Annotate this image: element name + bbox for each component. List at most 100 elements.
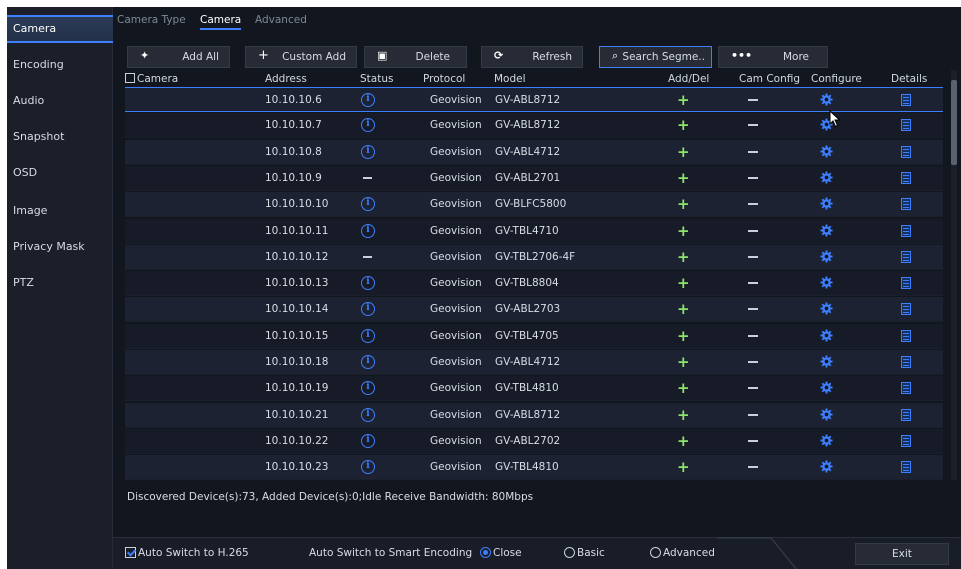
configure-gear-icon[interactable] xyxy=(820,197,833,210)
configure-gear-icon[interactable] xyxy=(820,145,833,158)
details-doc-icon[interactable] xyxy=(901,198,911,211)
configure-gear-icon[interactable] xyxy=(820,434,833,447)
radio-close[interactable]: Close xyxy=(480,547,522,559)
add-camera-icon[interactable]: + xyxy=(677,324,690,348)
info-icon[interactable]: i xyxy=(361,197,375,212)
configure-gear-icon[interactable] xyxy=(820,302,833,315)
details-doc-icon[interactable] xyxy=(901,250,911,263)
table-row[interactable]: 10.10.10.6 i Geovision GV-ABL8712 + xyxy=(125,87,943,112)
refresh-button[interactable]: ⟳ Refresh xyxy=(481,46,583,68)
add-camera-icon[interactable]: + xyxy=(677,140,690,164)
details-doc-icon[interactable] xyxy=(901,461,911,474)
add-camera-icon[interactable]: + xyxy=(677,88,690,112)
more-button[interactable]: ••• More xyxy=(718,46,828,68)
table-scrollbar[interactable] xyxy=(951,70,957,480)
info-icon[interactable]: i xyxy=(361,118,375,133)
radio-basic[interactable]: Basic xyxy=(564,547,605,559)
info-icon[interactable]: i xyxy=(361,407,375,422)
details-doc-icon[interactable] xyxy=(901,171,911,184)
add-camera-icon[interactable]: + xyxy=(677,403,690,427)
table-row[interactable]: 10.10.10.18 i Geovision GV-ABL4712 + xyxy=(125,350,943,375)
table-row[interactable]: 10.10.10.21 i Geovision GV-ABL8712 + xyxy=(125,402,943,428)
configure-gear-icon[interactable] xyxy=(820,381,833,394)
table-row[interactable]: 10.10.10.13 i Geovision GV-TBL8804 + xyxy=(125,271,943,297)
table-row[interactable]: 10.10.10.10 i Geovision GV-BLFC5800 + xyxy=(125,192,943,218)
table-row[interactable]: 10.10.10.15 i Geovision GV-TBL4705 + xyxy=(125,323,943,349)
info-icon[interactable]: i xyxy=(361,460,375,475)
info-icon[interactable]: i xyxy=(361,302,375,317)
tab-advanced[interactable]: Advanced xyxy=(255,10,307,30)
configure-gear-icon[interactable] xyxy=(820,408,833,421)
add-camera-icon[interactable]: + xyxy=(677,271,690,295)
cam-config-empty-icon xyxy=(748,255,758,258)
configure-gear-icon[interactable] xyxy=(820,276,833,289)
details-doc-icon[interactable] xyxy=(901,145,911,158)
add-camera-icon[interactable]: + xyxy=(677,192,690,216)
add-camera-icon[interactable]: + xyxy=(677,245,690,269)
radio-advanced[interactable]: Advanced xyxy=(650,547,715,559)
table-row[interactable]: 10.10.10.22 i Geovision GV-ABL2702 + xyxy=(125,428,943,454)
configure-gear-icon[interactable] xyxy=(820,250,833,263)
configure-gear-icon[interactable] xyxy=(820,93,833,106)
add-all-button[interactable]: ✦ Add All xyxy=(127,46,230,68)
details-doc-icon[interactable] xyxy=(901,94,911,106)
column-add-del: Add/Del xyxy=(668,73,710,85)
add-camera-icon[interactable]: + xyxy=(677,166,690,190)
info-icon[interactable]: i xyxy=(361,433,375,448)
sidebar-item-image[interactable]: Image xyxy=(7,197,113,225)
select-all-checkbox[interactable]: Camera xyxy=(125,70,178,88)
table-row[interactable]: 10.10.10.19 i Geovision GV-TBL4810 + xyxy=(125,376,943,402)
details-doc-icon[interactable] xyxy=(901,224,911,237)
table-row[interactable]: 10.10.10.14 i Geovision GV-ABL2703 + xyxy=(125,297,943,323)
table-row[interactable]: 10.10.10.9 Geovision GV-ABL2701 + xyxy=(125,165,943,191)
details-doc-icon[interactable] xyxy=(901,434,911,447)
details-doc-icon[interactable] xyxy=(901,303,911,316)
sidebar-item-camera[interactable]: Camera xyxy=(7,15,113,43)
configure-gear-icon[interactable] xyxy=(820,460,833,473)
info-icon[interactable]: i xyxy=(361,355,375,369)
info-icon[interactable]: i xyxy=(361,223,375,238)
configure-gear-icon[interactable] xyxy=(820,329,833,342)
details-doc-icon[interactable] xyxy=(901,408,911,421)
add-camera-icon[interactable]: + xyxy=(677,455,690,479)
details-doc-icon[interactable] xyxy=(901,119,911,132)
table-row[interactable]: 10.10.10.8 i Geovision GV-ABL4712 + xyxy=(125,139,943,165)
info-icon[interactable]: i xyxy=(361,93,375,107)
details-doc-icon[interactable] xyxy=(901,356,911,368)
info-icon[interactable]: i xyxy=(361,276,375,291)
add-camera-icon[interactable]: + xyxy=(677,350,690,374)
add-camera-icon[interactable]: + xyxy=(677,376,690,400)
add-camera-icon[interactable]: + xyxy=(677,429,690,453)
sidebar-item-audio[interactable]: Audio xyxy=(7,87,113,115)
add-camera-icon[interactable]: + xyxy=(677,219,690,243)
details-doc-icon[interactable] xyxy=(901,382,911,395)
add-camera-icon[interactable]: + xyxy=(677,297,690,321)
delete-button[interactable]: ▣ Delete xyxy=(364,46,467,68)
info-icon[interactable]: i xyxy=(361,144,375,159)
sidebar-item-snapshot[interactable]: Snapshot xyxy=(7,123,113,151)
custom-add-button[interactable]: + Custom Add xyxy=(245,46,357,68)
sidebar-item-encoding[interactable]: Encoding xyxy=(7,51,113,79)
add-camera-icon[interactable]: + xyxy=(677,113,690,137)
table-row[interactable]: 10.10.10.7 i Geovision GV-ABL8712 + xyxy=(125,113,943,139)
scrollbar-thumb[interactable] xyxy=(951,80,957,165)
tab-camera-type[interactable]: Camera Type xyxy=(117,10,186,30)
search-segment-button[interactable]: ⌕ Search Segme.. xyxy=(599,46,712,68)
configure-gear-icon[interactable] xyxy=(820,223,833,237)
info-icon[interactable]: i xyxy=(361,328,375,343)
details-doc-icon[interactable] xyxy=(901,329,911,342)
table-row[interactable]: 10.10.10.11 i Geovision GV-TBL4710 + xyxy=(125,218,943,244)
info-icon[interactable]: i xyxy=(361,381,375,396)
details-doc-icon[interactable] xyxy=(901,277,911,290)
table-row[interactable]: 10.10.10.12 Geovision GV-TBL2706-4F + xyxy=(125,244,943,270)
auto-h265-toggle[interactable]: Auto Switch to H.265 xyxy=(125,547,249,559)
configure-gear-icon[interactable] xyxy=(820,171,833,184)
tab-camera[interactable]: Camera xyxy=(200,10,242,30)
configure-gear-icon[interactable] xyxy=(820,355,833,368)
sidebar-item-osd[interactable]: OSD xyxy=(7,159,113,187)
sidebar-item-privacy-mask[interactable]: Privacy Mask xyxy=(7,233,113,261)
exit-button[interactable]: Exit xyxy=(855,543,949,565)
cell-protocol: Geovision xyxy=(430,461,482,474)
sidebar-item-ptz[interactable]: PTZ xyxy=(7,269,113,297)
table-row[interactable]: 10.10.10.23 i Geovision GV-TBL4810 + xyxy=(125,455,943,480)
